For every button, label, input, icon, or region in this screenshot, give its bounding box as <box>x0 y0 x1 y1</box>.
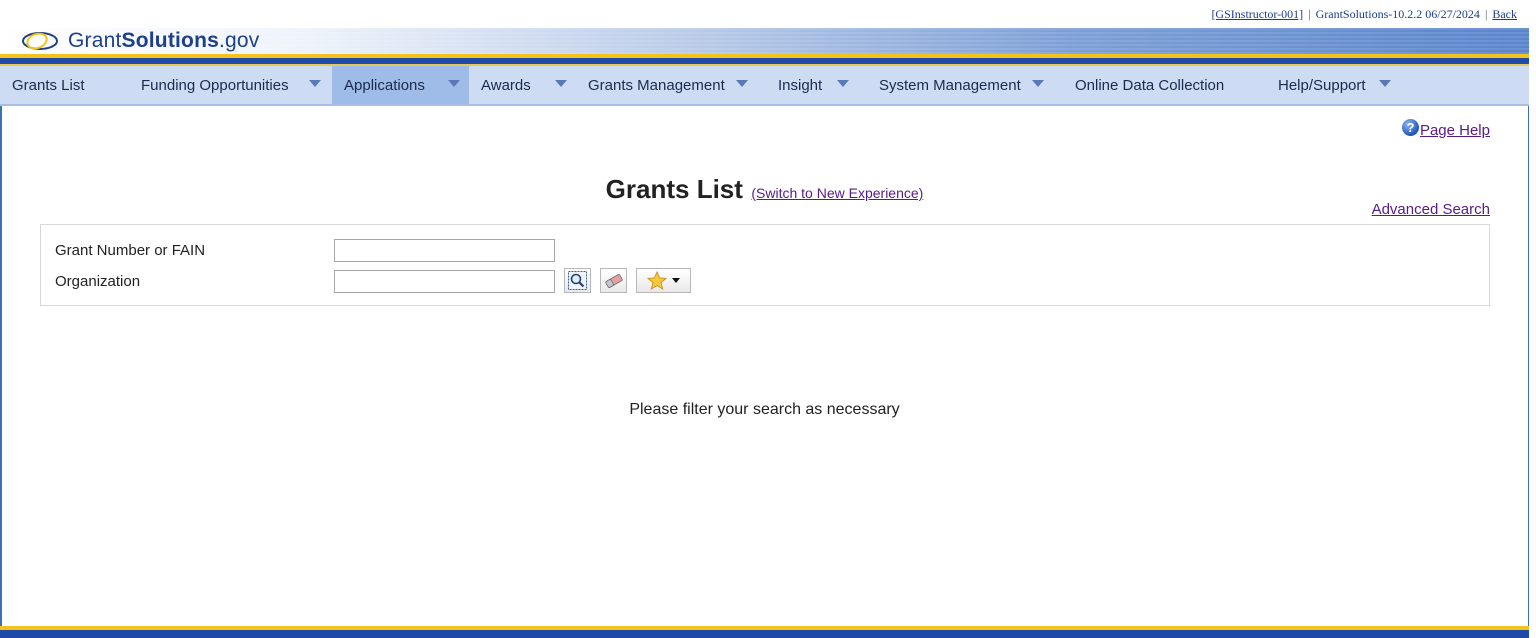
logo-text: GrantSolutions.gov <box>68 29 260 52</box>
page-title: Grants List <box>605 174 743 204</box>
favorites-button[interactable] <box>636 268 691 293</box>
site-logo[interactable]: GrantSolutions.gov <box>20 28 260 54</box>
clear-button[interactable] <box>600 268 627 293</box>
chevron-down-icon[interactable] <box>555 80 567 87</box>
nav-item-grants-list[interactable]: Grants List <box>0 66 129 104</box>
top-utility-bar: [GSInstructor-001] | GrantSolutions-10.2.2… <box>0 0 1529 28</box>
nav-item-online-data-collection[interactable]: Online Data Collection <box>1063 66 1266 104</box>
organization-input[interactable] <box>334 270 555 293</box>
logo-swoosh-icon <box>22 32 58 50</box>
top-links: [GSInstructor-001] | GrantSolutions-10.2.2… <box>1211 7 1517 21</box>
footer-bar <box>0 630 1529 638</box>
nav-item-applications[interactable]: Applications <box>332 66 469 104</box>
organization-label: Organization <box>55 273 141 290</box>
nav-item-system-management[interactable]: System Management <box>867 66 1063 104</box>
version-text: GrantSolutions-10.2.2 <box>1315 7 1423 21</box>
grant-number-input[interactable] <box>334 239 555 262</box>
star-icon <box>647 271 667 290</box>
empty-results-message: Please filter your search as necessary <box>629 401 900 418</box>
help-icon[interactable]: ? <box>1401 119 1419 136</box>
chevron-down-icon[interactable] <box>309 80 321 87</box>
nav-item-awards[interactable]: Awards <box>469 66 576 104</box>
user-link[interactable]: [GSInstructor-001] <box>1211 7 1303 21</box>
nav-item-insight[interactable]: Insight <box>766 66 867 104</box>
switch-experience-link[interactable]: (Switch to New Experience) <box>751 185 923 201</box>
chevron-down-icon[interactable] <box>1379 80 1391 87</box>
nav-item-grants-management[interactable]: Grants Management <box>576 66 766 104</box>
page-help[interactable]: ? Page Help <box>1401 119 1490 139</box>
brand-banner: GrantSolutions.gov <box>0 28 1529 54</box>
caret-down-icon <box>672 278 680 283</box>
search-form: Grant Number or FAIN Organization <box>40 224 1490 306</box>
advanced-search-link[interactable]: Advanced Search <box>1372 201 1490 218</box>
main-nav: Grants List Funding Opportunities Applic… <box>0 66 1529 106</box>
chevron-down-icon[interactable] <box>448 80 460 87</box>
chevron-down-icon[interactable] <box>837 80 849 87</box>
search-button[interactable] <box>564 268 591 293</box>
back-link[interactable]: Back <box>1492 7 1517 21</box>
chevron-down-icon[interactable] <box>1032 80 1044 87</box>
page-help-link[interactable]: Page Help <box>1420 122 1490 139</box>
grant-number-label: Grant Number or FAIN <box>55 242 206 259</box>
eraser-icon <box>604 273 623 288</box>
date-text: 06/27/2024 <box>1425 7 1480 21</box>
chevron-down-icon[interactable] <box>736 80 748 87</box>
title-area: Grants List (Switch to New Experience) <box>0 174 1529 205</box>
nav-item-help-support[interactable]: Help/Support <box>1266 66 1416 104</box>
nav-item-funding-opportunities[interactable]: Funding Opportunities <box>129 66 332 104</box>
magnifier-icon <box>568 271 587 290</box>
